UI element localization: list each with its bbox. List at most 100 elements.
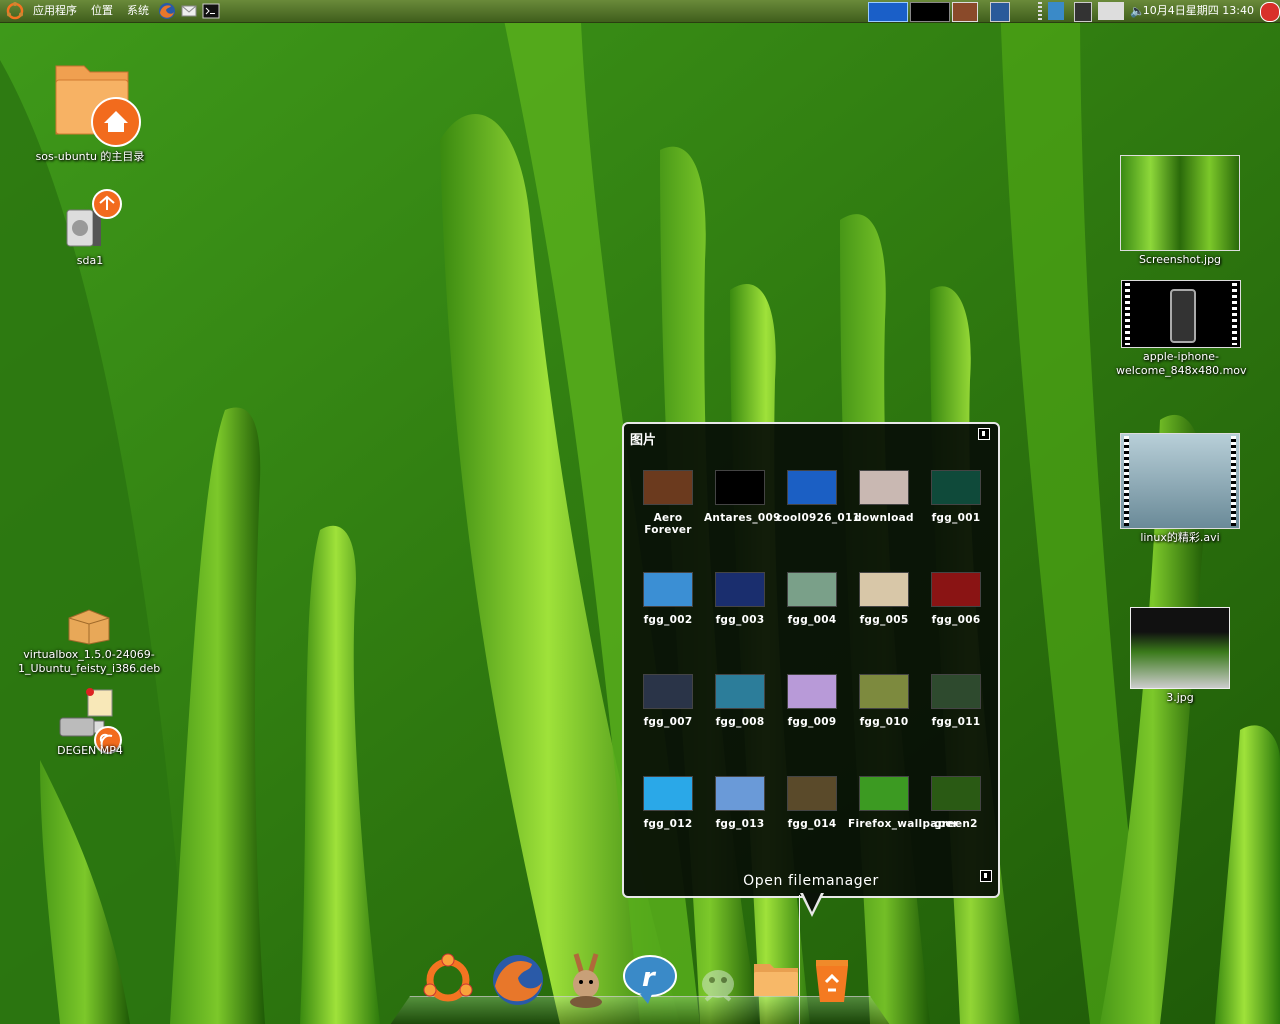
folder-icon[interactable]: [748, 952, 804, 1008]
stack-item[interactable]: fgg_011: [920, 670, 992, 728]
desktop-icon-label: DEGEN MP4: [57, 744, 123, 757]
stack-item-label: cool0926_011: [776, 512, 861, 524]
stack-item[interactable]: download: [848, 466, 920, 524]
clock[interactable]: 10月4日星期四 13:40: [1143, 0, 1254, 22]
ubuntu-icon[interactable]: [420, 952, 476, 1008]
stack-item-thumbnail: [715, 674, 765, 709]
stack-item-label: fgg_011: [931, 716, 981, 728]
desktop-icon-home[interactable]: sos-ubuntu 的主目录: [20, 60, 160, 164]
video-thumbnail-icon: [1120, 433, 1240, 529]
top-panel: 应用程序 位置 系统 🔈 10月4日星期四 13:40: [0, 0, 1280, 23]
amule-icon[interactable]: [558, 952, 614, 1008]
stack-item-thumbnail: [859, 470, 909, 505]
stack-item[interactable]: fgg_012: [632, 772, 704, 830]
firefox-launcher-icon[interactable]: [158, 2, 176, 20]
stack-item-label: fgg_013: [715, 818, 765, 830]
stack-item[interactable]: fgg_007: [632, 670, 704, 728]
task-preview-brown[interactable]: [952, 2, 978, 22]
desktop-icon-virtualbox-deb[interactable]: virtualbox_1.5.0-24069-1_Ubuntu_feisty_i…: [18, 606, 160, 676]
workspace-switcher[interactable]: [868, 2, 908, 22]
stack-item[interactable]: fgg_010: [848, 670, 920, 728]
drive-icon: [55, 188, 125, 252]
video-thumbnail-icon: [1121, 280, 1241, 348]
stack-item-label: Aero Forever: [644, 512, 692, 536]
stack-item-thumbnail: [859, 674, 909, 709]
stack-item-thumbnail: [643, 776, 693, 811]
stack-item-label: fgg_002: [643, 614, 693, 626]
stack-item[interactable]: Antares_009: [704, 466, 780, 524]
stack-item-label: fgg_006: [931, 614, 981, 626]
stack-item-thumbnail: [931, 776, 981, 811]
stack-top-corner-button[interactable]: [978, 428, 990, 440]
trash-icon[interactable]: [804, 952, 860, 1008]
desktop-file-screenshot[interactable]: Screenshot.jpg: [1110, 155, 1250, 267]
stack-item[interactable]: Firefox_wallpaper: [848, 772, 958, 830]
stack-item[interactable]: fgg_002: [632, 568, 704, 626]
stack-item-thumbnail: [931, 470, 981, 505]
terminal-launcher-icon[interactable]: [202, 2, 220, 20]
film-strip-left: [1125, 283, 1130, 345]
stack-item-thumbnail: [859, 572, 909, 607]
desktop-icon-sda1[interactable]: sda1: [20, 188, 160, 268]
stack-item[interactable]: fgg_004: [776, 568, 848, 626]
task-preview-black[interactable]: [910, 2, 950, 22]
desktop-file-iphone-mov[interactable]: apple-iphone-welcome_848x480.mov: [1110, 280, 1252, 378]
stack-item-thumbnail: [931, 674, 981, 709]
notification-icon[interactable]: [1048, 2, 1064, 20]
realplayer-icon[interactable]: r: [622, 952, 678, 1008]
film-strip-right: [1231, 436, 1236, 526]
display-icon[interactable]: [1074, 2, 1092, 22]
stack-item[interactable]: fgg_005: [848, 568, 920, 626]
desktop-icon-label: apple-iphone-welcome_848x480.mov: [1116, 350, 1247, 377]
desktop-icon-label: 3.jpg: [1166, 691, 1194, 704]
firefox-icon[interactable]: [490, 952, 546, 1008]
desktop-icon-label: sda1: [76, 254, 104, 267]
iphone-image: [1170, 289, 1196, 343]
menu-applications[interactable]: 应用程序: [26, 0, 84, 22]
stack-item-label: fgg_001: [931, 512, 981, 524]
package-icon: [65, 606, 113, 646]
desktop-file-3jpg[interactable]: 3.jpg: [1110, 607, 1250, 705]
menu-places[interactable]: 位置: [84, 0, 120, 22]
stack-item-thumbnail: [715, 572, 765, 607]
stack-item-thumbnail: [787, 776, 837, 811]
film-strip-left: [1124, 436, 1129, 526]
stack-item-thumbnail: [931, 572, 981, 607]
stack-item-label: fgg_005: [859, 614, 909, 626]
desktop-icon-degen-mp4[interactable]: DEGEN MP4: [20, 686, 160, 758]
home-folder-icon: [38, 60, 142, 148]
stack-item[interactable]: cool0926_011: [776, 466, 861, 524]
menu-system[interactable]: 系统: [120, 0, 156, 22]
image-thumbnail-icon: [1130, 607, 1230, 689]
stack-item-label: fgg_014: [787, 818, 837, 830]
ubuntu-logo-icon[interactable]: [6, 2, 24, 20]
stack-item-thumbnail: [715, 776, 765, 811]
stack-item[interactable]: green2: [920, 772, 992, 830]
stack-item[interactable]: Aero Forever: [632, 466, 704, 536]
power-icon[interactable]: [1260, 2, 1280, 22]
gimp-icon[interactable]: [690, 952, 746, 1008]
film-strip-right: [1232, 283, 1237, 345]
stack-item[interactable]: fgg_006: [920, 568, 992, 626]
desktop-icon-label: sos-ubuntu 的主目录: [35, 150, 145, 163]
stack-item[interactable]: fgg_001: [920, 466, 992, 524]
stack-item-label: fgg_010: [859, 716, 909, 728]
stack-item[interactable]: fgg_003: [704, 568, 776, 626]
keyboard-icon[interactable]: [1098, 2, 1124, 20]
mail-launcher-icon[interactable]: [180, 2, 198, 20]
image-thumbnail-icon: [1120, 155, 1240, 251]
open-filemanager-button[interactable]: Open filemanager: [624, 873, 998, 889]
tray-grip-icon: [1038, 2, 1042, 20]
stack-item-thumbnail: [643, 572, 693, 607]
desktop-file-linux-avi[interactable]: linux的精彩.avi: [1110, 433, 1250, 545]
stack-item[interactable]: fgg_009: [776, 670, 848, 728]
svg-text:r: r: [642, 963, 657, 993]
stack-item[interactable]: fgg_008: [704, 670, 776, 728]
network-icon[interactable]: [990, 2, 1010, 22]
stack-item[interactable]: fgg_014: [776, 772, 848, 830]
stack-item-label: fgg_009: [787, 716, 837, 728]
stack-item-thumbnail: [643, 470, 693, 505]
stack-item-label: fgg_008: [715, 716, 765, 728]
stack-bottom-corner-button[interactable]: [980, 870, 992, 882]
stack-item[interactable]: fgg_013: [704, 772, 776, 830]
